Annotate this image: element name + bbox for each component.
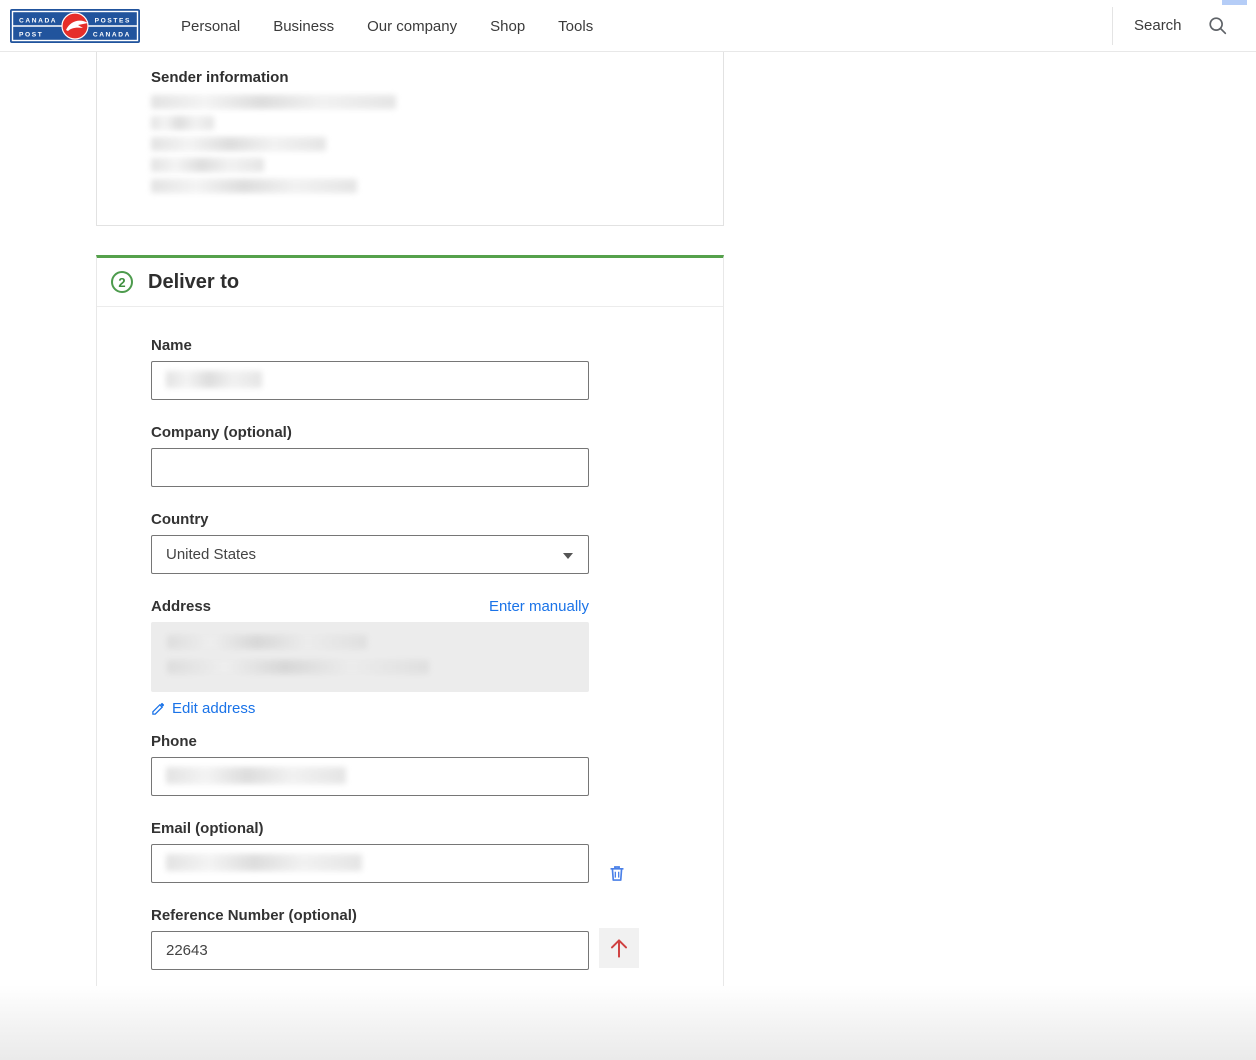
trash-icon[interactable] <box>607 863 627 883</box>
redacted-sender-line <box>151 137 326 151</box>
sender-information-title: Sender information <box>151 69 723 86</box>
country-select[interactable]: United States <box>151 535 589 574</box>
search-link[interactable]: Search <box>1134 17 1182 34</box>
main-nav: Personal Business Our company Shop Tools <box>181 0 593 52</box>
header-divider <box>1112 7 1113 45</box>
step-number-badge: 2 <box>111 271 133 293</box>
address-display-box <box>151 622 589 692</box>
page: CANADA POST POSTES CANADA Personal Busin… <box>0 0 1256 1060</box>
address-field-group: Address Enter manually Edit address <box>151 598 589 717</box>
pencil-icon <box>151 701 166 716</box>
nav-our-company[interactable]: Our company <box>367 18 457 35</box>
deliver-to-form: Name Company (optional) Country United S… <box>97 307 723 970</box>
redacted-sender-line <box>151 158 264 172</box>
country-label: Country <box>151 511 589 528</box>
nav-personal[interactable]: Personal <box>181 18 240 35</box>
sender-information-card: Sender information <box>96 52 724 226</box>
company-label: Company (optional) <box>151 424 589 441</box>
canada-post-logo[interactable]: CANADA POST POSTES CANADA <box>10 9 140 43</box>
arrow-up-icon <box>606 935 632 961</box>
reference-field-group: Reference Number (optional) <box>151 907 589 970</box>
country-field-group: Country United States <box>151 511 589 574</box>
scroll-to-top-button[interactable] <box>599 928 639 968</box>
nav-tools[interactable]: Tools <box>558 18 593 35</box>
browser-artifact-strip <box>1222 0 1247 5</box>
deliver-to-header: 2 Deliver to <box>97 258 723 307</box>
wing-icon <box>62 13 88 39</box>
edit-address-label: Edit address <box>172 700 255 717</box>
redacted-email-value <box>166 854 362 871</box>
redacted-sender-line <box>151 179 357 193</box>
email-field-group: Email (optional) <box>151 820 589 883</box>
logo-text-canada: CANADA <box>19 18 57 25</box>
company-input[interactable] <box>151 448 589 487</box>
edit-address-link[interactable]: Edit address <box>151 700 589 717</box>
logo-text-canada-fr: CANADA <box>93 32 131 39</box>
company-field-group: Company (optional) <box>151 424 589 487</box>
nav-shop[interactable]: Shop <box>490 18 525 35</box>
phone-label: Phone <box>151 733 589 750</box>
address-label: Address <box>151 598 211 615</box>
redacted-sender-line <box>151 116 214 130</box>
redacted-address-line <box>167 660 429 674</box>
country-selected-value: United States <box>166 546 256 563</box>
redacted-name-value <box>166 371 262 388</box>
enter-manually-link[interactable]: Enter manually <box>489 598 589 615</box>
name-field-group: Name <box>151 337 589 400</box>
top-navigation-bar: CANADA POST POSTES CANADA Personal Busin… <box>0 0 1256 52</box>
chevron-down-icon <box>563 553 573 559</box>
reference-label: Reference Number (optional) <box>151 907 589 924</box>
logo-text-postes: POSTES <box>95 18 131 25</box>
redacted-address-line <box>167 635 367 649</box>
deliver-to-title: Deliver to <box>148 271 239 294</box>
logo-text-post: POST <box>19 32 43 39</box>
search-icon[interactable] <box>1207 15 1229 37</box>
redacted-phone-value <box>166 767 346 784</box>
deliver-to-card: 2 Deliver to Name Company (optional) Cou… <box>96 255 724 986</box>
name-label: Name <box>151 337 589 354</box>
nav-business[interactable]: Business <box>273 18 334 35</box>
footer-fade-band <box>0 985 1256 1060</box>
redacted-sender-line <box>151 95 396 109</box>
reference-input[interactable] <box>151 931 589 970</box>
phone-field-group: Phone <box>151 733 589 796</box>
email-label: Email (optional) <box>151 820 589 837</box>
